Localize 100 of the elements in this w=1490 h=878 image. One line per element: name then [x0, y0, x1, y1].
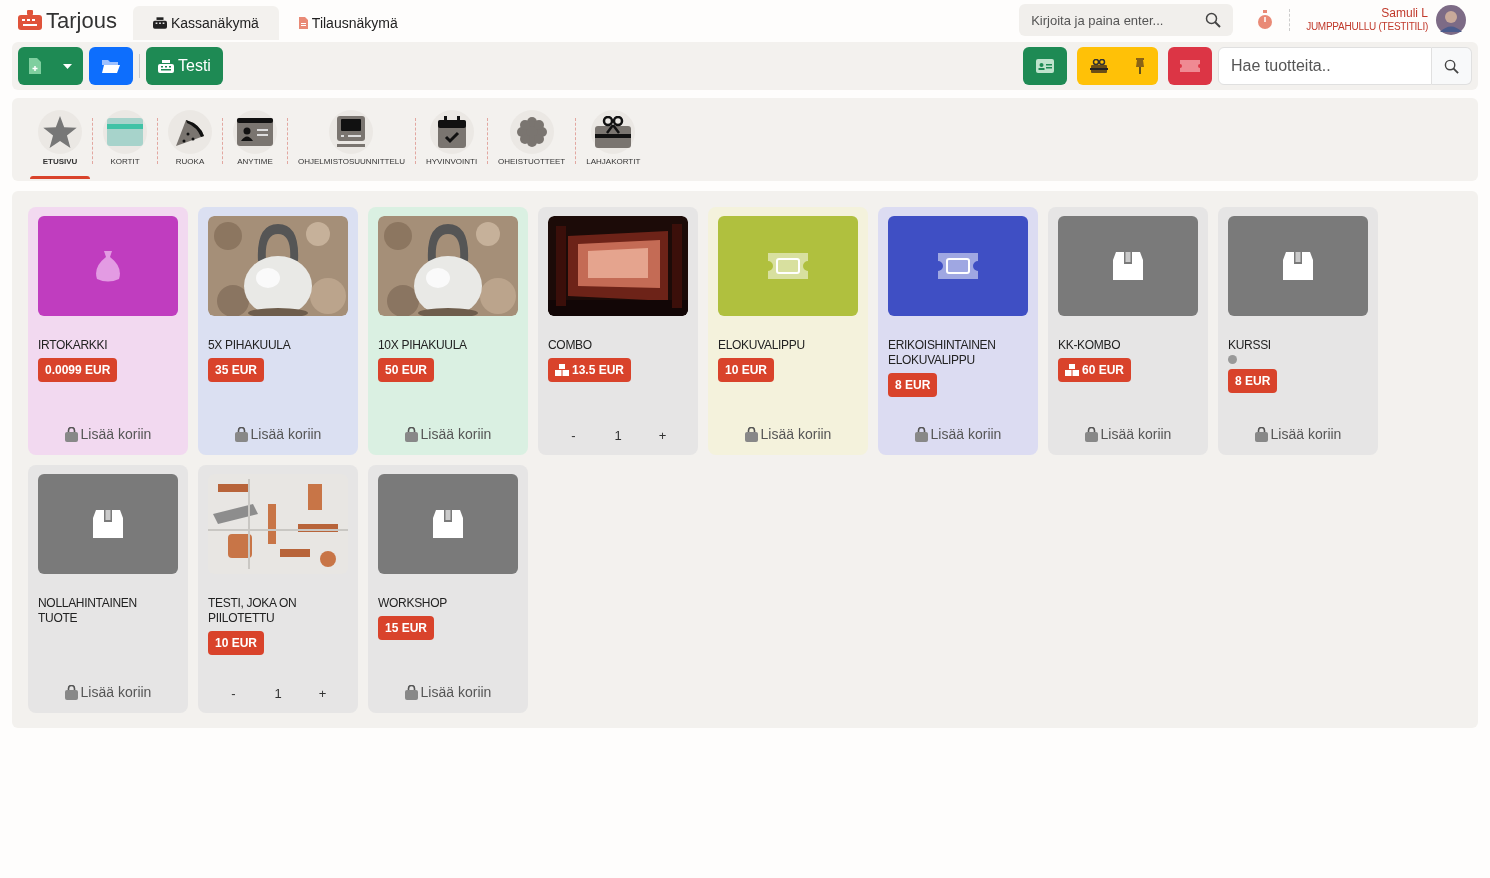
add-to-cart-button[interactable]: Lisää koriin	[1254, 424, 1342, 445]
document-icon	[298, 17, 308, 29]
calendar-check-icon	[437, 116, 466, 148]
product-name: WORKSHOP	[378, 596, 448, 611]
product-card[interactable]: IRTOKARKKI 0.0099 EUR Lisää koriin	[28, 207, 188, 455]
gift-icon[interactable]	[1090, 59, 1109, 73]
search-button[interactable]	[1432, 47, 1472, 85]
price-badge: 10 EUR	[718, 358, 775, 382]
stopwatch-icon[interactable]	[1257, 10, 1274, 30]
product-name: TESTI, JOKA ON PIILOTETTU	[208, 596, 298, 626]
price-badge: 8 EUR	[1228, 369, 1278, 393]
product-card[interactable]: NOLLAHINTAINEN TUOTE Lisää koriin	[28, 465, 188, 713]
box-icon	[1283, 252, 1313, 280]
add-to-cart-button[interactable]: Lisää koriin	[64, 424, 152, 445]
price-badge: 0.0099 EUR	[38, 358, 118, 382]
category-tab[interactable]: LAHJAKORTIT	[576, 110, 651, 168]
bag-icon	[64, 427, 78, 442]
product-name: NOLLAHINTAINEN TUOTE	[38, 596, 138, 626]
product-card[interactable]: 5X PIHAKUULA 35 EUR Lisää koriin	[198, 207, 358, 455]
open-folder-button[interactable]	[89, 47, 133, 85]
price-badge: 15 EUR	[378, 616, 435, 640]
bag-icon	[1254, 427, 1268, 442]
selected-indicator	[30, 176, 90, 179]
ticket-icon	[1180, 60, 1200, 72]
bag-icon	[64, 685, 78, 700]
product-card[interactable]: ERIKOISHINTAINEN ELOKUVALIPPU 8 EUR Lisää koriin	[878, 207, 1038, 455]
product-name: KK-KOMBO	[1058, 338, 1122, 353]
gift-card-icon	[595, 116, 632, 148]
folder-icon	[102, 59, 120, 73]
add-to-cart-button[interactable]: Lisää koriin	[234, 424, 322, 445]
box-icon	[93, 510, 123, 538]
price-badge: 13.5 EUR	[548, 358, 632, 382]
bag-icon	[404, 685, 418, 700]
price-badge: 50 EUR	[378, 358, 435, 382]
pin-icon[interactable]	[1134, 58, 1145, 74]
product-card[interactable]: KK-KOMBO 60 EUR Lisää koriin	[1048, 207, 1208, 455]
avatar[interactable]	[1436, 5, 1466, 35]
product-card[interactable]: WORKSHOP 15 EUR Lisää koriin	[368, 465, 528, 713]
search-icon	[1205, 12, 1222, 28]
boxes-icon	[555, 364, 569, 376]
product-name: ERIKOISHINTAINEN ELOKUVALIPPU	[888, 338, 997, 368]
bag-icon	[1084, 427, 1098, 442]
boxes-icon	[1065, 364, 1079, 376]
increase-button[interactable]: +	[312, 683, 333, 703]
price-badge: 35 EUR	[208, 358, 265, 382]
quantity-value: 1	[614, 426, 622, 445]
tab[interactable]: Tilausnäkymä	[278, 6, 418, 40]
keyboard-icon	[18, 10, 42, 30]
add-to-cart-button[interactable]: Lisää koriin	[404, 682, 492, 703]
search-icon	[1444, 58, 1459, 74]
category-tab[interactable]: OHJELMISTOSUUNNITTELU	[288, 110, 415, 168]
price-badge: 10 EUR	[208, 631, 265, 655]
box-icon	[433, 510, 463, 538]
add-to-cart-button[interactable]: Lisää koriin	[1084, 424, 1172, 445]
register-button[interactable]: Testi	[146, 47, 223, 85]
price-badge: 8 EUR	[888, 373, 938, 397]
product-card[interactable]: TESTI, JOKA ON PIILOTETTU 10 EUR - 1 +	[198, 465, 358, 713]
decrease-button[interactable]: -	[223, 683, 244, 703]
product-name: KURSSI	[1228, 338, 1272, 353]
product-name: IRTOKARKKI	[38, 338, 109, 353]
star-icon	[43, 116, 77, 148]
product-card[interactable]: COMBO 13.5 EUR - 1 +	[538, 207, 698, 455]
product-search-field[interactable]: Hae tuotteita..	[1218, 47, 1432, 85]
product-card[interactable]: ELOKUVALIPPU 10 EUR Lisää koriin	[708, 207, 868, 455]
add-to-cart-button[interactable]: Lisää koriin	[744, 424, 832, 445]
new-document-button[interactable]	[18, 47, 83, 85]
id-card-icon	[237, 118, 273, 146]
ticket-icon	[768, 253, 808, 279]
category-tab[interactable]: HYVINVOINTI	[416, 110, 488, 168]
box-icon	[1113, 252, 1143, 280]
add-to-cart-button[interactable]: Lisää koriin	[404, 424, 492, 445]
ticket-icon	[938, 253, 978, 279]
bag-icon	[914, 427, 928, 442]
product-name: ELOKUVALIPPU	[718, 338, 806, 353]
product-card[interactable]: 10X PIHAKUULA 50 EUR Lisää koriin	[368, 207, 528, 455]
cash-register-icon	[158, 59, 174, 73]
increase-button[interactable]: +	[652, 425, 673, 445]
product-name: COMBO	[548, 338, 593, 353]
flower-icon	[516, 117, 547, 147]
product-card[interactable]: KURSSI 8 EUR Lisää koriin	[1218, 207, 1378, 455]
price-badge: 60 EUR	[1058, 358, 1132, 382]
search-field[interactable]: Kirjoita ja paina enter...	[1019, 4, 1234, 36]
product-name: 10X PIHAKUULA	[378, 338, 468, 353]
cash-register-icon	[152, 17, 167, 29]
category-tab[interactable]: OHEISTUOTTEET	[488, 110, 576, 168]
user-name: Samuli L	[1381, 7, 1428, 20]
app-title: Tarjous	[46, 6, 117, 35]
tab[interactable]: Kassanäkymä	[132, 6, 279, 40]
bag-icon	[234, 427, 248, 442]
quantity-value: 1	[274, 684, 282, 703]
user-role: JUMPPAHULLU (TESTITILI)	[1306, 20, 1428, 33]
customer-card-button[interactable]	[1023, 47, 1067, 85]
product-name: 5X PIHAKUULA	[208, 338, 292, 353]
card-icon	[107, 118, 143, 146]
decrease-button[interactable]: -	[563, 425, 584, 445]
add-to-cart-button[interactable]: Lisää koriin	[914, 424, 1002, 445]
file-plus-icon	[29, 58, 41, 74]
bag-icon	[744, 427, 758, 442]
id-card-icon	[1036, 59, 1054, 73]
add-to-cart-button[interactable]: Lisää koriin	[64, 682, 152, 703]
